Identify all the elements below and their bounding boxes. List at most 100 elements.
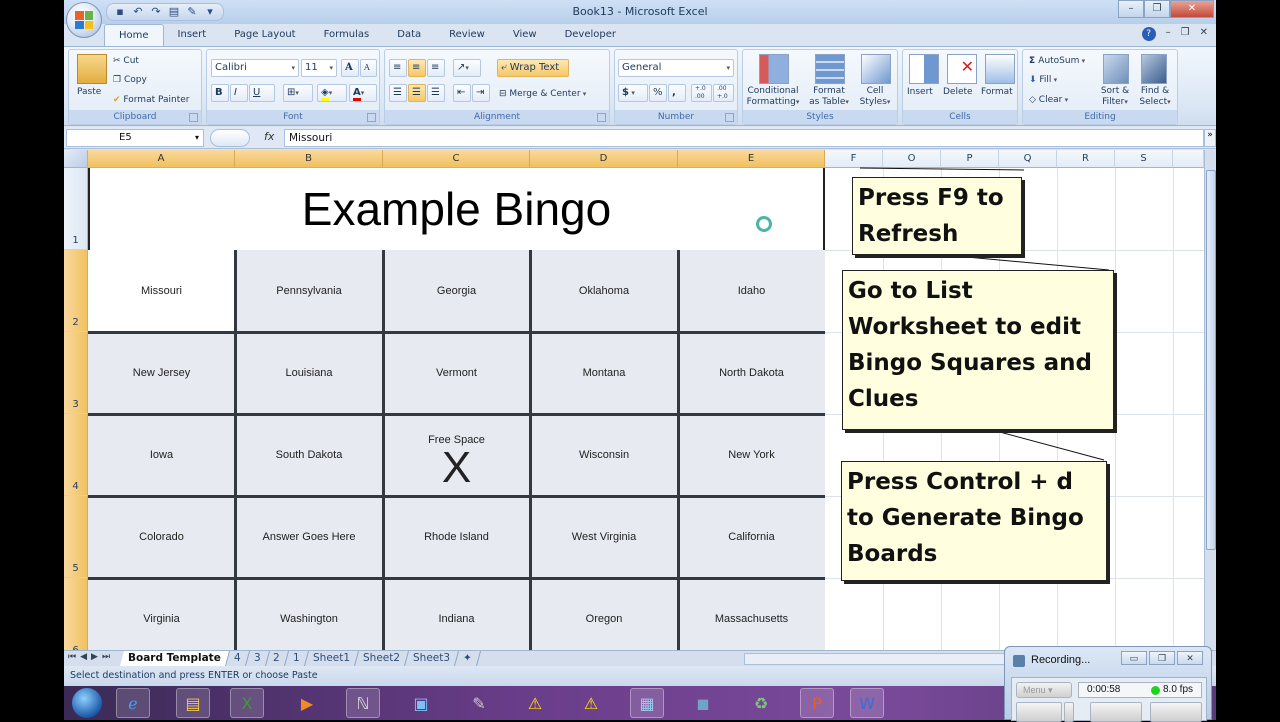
currency-button[interactable]: $ ▾ (618, 84, 648, 102)
clipboard-launcher-icon[interactable] (189, 113, 198, 122)
recording-pause-button[interactable] (1064, 702, 1074, 722)
paste-button[interactable]: Paste (77, 86, 101, 98)
sort-filter-icon[interactable] (1103, 54, 1129, 84)
tab-data[interactable]: Data (383, 24, 435, 46)
recording-extra-button[interactable] (1150, 702, 1202, 722)
increase-decimal-button[interactable]: +.0 .00 (691, 84, 712, 102)
column-header-o[interactable]: O (883, 150, 941, 168)
alignment-launcher-icon[interactable] (597, 113, 606, 122)
cell-styles-icon[interactable] (861, 54, 891, 84)
format-as-table-icon[interactable] (815, 54, 845, 84)
bingo-cell[interactable]: Washington (235, 578, 383, 650)
insert-cells-icon[interactable] (909, 54, 939, 84)
sheet-tab-sheet2[interactable]: Sheet2 (354, 651, 409, 666)
taskbar-internet-explorer-icon[interactable]: ℯ (116, 688, 150, 718)
recording-close-button[interactable]: ✕ (1177, 651, 1203, 665)
column-header-a[interactable]: A (88, 150, 235, 168)
column-header-f[interactable]: F (825, 150, 883, 168)
font-color-button[interactable]: A▾ (349, 84, 377, 102)
bingo-cell[interactable]: North Dakota (678, 332, 825, 414)
find-select-button[interactable]: Find & Select▾ (1135, 86, 1175, 108)
vertical-scrollbar[interactable] (1204, 150, 1216, 650)
merge-center-button[interactable]: ⊟ Merge & Center ▾ (499, 88, 586, 100)
help-icon[interactable]: ? (1141, 27, 1156, 41)
tab-page-layout[interactable]: Page Layout (220, 24, 309, 46)
tab-review[interactable]: Review (435, 24, 499, 46)
bingo-cell[interactable]: Free Space X (383, 414, 530, 496)
font-size-select[interactable]: 11 ▾ (301, 59, 337, 77)
vertical-scroll-thumb[interactable] (1206, 170, 1216, 550)
cell-styles-button[interactable]: Cell Styles▾ (855, 86, 895, 108)
tab-formulas[interactable]: Formulas (310, 24, 384, 46)
bingo-cell[interactable]: Indiana (383, 578, 530, 650)
column-header-p[interactable]: P (941, 150, 999, 168)
restore-button[interactable]: ❐ (1144, 0, 1170, 18)
decrease-decimal-button[interactable]: .00 +.0 (713, 84, 734, 102)
conditional-formatting-icon[interactable] (759, 54, 789, 84)
orientation-button[interactable]: ↗▾ (453, 59, 481, 77)
copy-button[interactable]: ❐ Copy (113, 74, 147, 86)
recording-restore-button[interactable]: ❐ (1149, 651, 1175, 665)
bingo-cell[interactable]: Iowa (88, 414, 235, 496)
formula-input[interactable]: Missouri (284, 129, 1204, 147)
column-header-q[interactable]: Q (999, 150, 1057, 168)
format-as-table-button[interactable]: Format as Table▾ (803, 86, 855, 108)
column-header-e[interactable]: E (678, 150, 825, 168)
recording-minimize-button[interactable]: ▭ (1121, 651, 1147, 665)
bingo-cell[interactable]: Pennsylvania (235, 250, 383, 332)
taskbar-onenote-icon[interactable]: ℕ (346, 688, 380, 718)
sheet-tab-sheet1[interactable]: Sheet1 (304, 651, 359, 666)
row-header-2[interactable]: 2 (64, 250, 88, 332)
align-bottom-button[interactable]: ≡ (427, 59, 445, 77)
column-header-c[interactable]: C (383, 150, 530, 168)
spreadsheet-grid[interactable]: A B C D E F O P Q R S 1 2 3 4 5 6 Exampl… (64, 150, 1204, 650)
taskbar-paint-icon[interactable]: ✎ (462, 688, 496, 718)
insert-function-icon[interactable]: fx (264, 130, 274, 143)
taskbar-excel-icon[interactable]: X (230, 688, 264, 718)
fill-color-button[interactable]: ◈▾ (317, 84, 347, 102)
bold-button[interactable]: B (211, 84, 229, 102)
align-left-button[interactable]: ☰ (389, 84, 407, 102)
bingo-cell[interactable]: Answer Goes Here (235, 496, 383, 578)
tab-view[interactable]: View (499, 24, 551, 46)
bingo-cell[interactable]: Virginia (88, 578, 235, 650)
recording-record-button[interactable] (1016, 702, 1062, 722)
row-header-4[interactable]: 4 (64, 414, 88, 496)
bingo-cell[interactable]: South Dakota (235, 414, 383, 496)
bingo-cell[interactable]: Colorado (88, 496, 235, 578)
insert-sheet-tab[interactable]: ✦ (454, 651, 481, 666)
taskbar-network-tool-icon[interactable]: ▦ (630, 688, 664, 718)
italic-button[interactable]: I (230, 84, 248, 102)
align-top-button[interactable]: ≡ (389, 59, 407, 77)
bingo-cell[interactable]: Missouri (88, 250, 235, 332)
taskbar-warning-icon[interactable]: ⚠ (518, 688, 552, 718)
column-header-d[interactable]: D (530, 150, 678, 168)
bingo-title-cell[interactable]: Example Bingo (88, 168, 825, 250)
conditional-formatting-button[interactable]: Conditional Formatting▾ (745, 86, 801, 108)
underline-button[interactable]: U (249, 84, 275, 102)
minimize-button[interactable]: – (1118, 0, 1144, 18)
bingo-cell[interactable]: Louisiana (235, 332, 383, 414)
font-launcher-icon[interactable] (367, 113, 376, 122)
tab-home[interactable]: Home (104, 24, 164, 46)
find-select-icon[interactable] (1141, 54, 1167, 84)
bingo-cell[interactable]: Wisconsin (530, 414, 678, 496)
borders-button[interactable]: ⊞▾ (283, 84, 313, 102)
number-launcher-icon[interactable] (725, 113, 734, 122)
name-box[interactable]: E5 ▾ (66, 129, 204, 147)
bingo-cell[interactable]: Rhode Island (383, 496, 530, 578)
fill-button[interactable]: ⬇ Fill ▾ (1029, 74, 1057, 86)
expand-formula-bar-icon[interactable]: » (1204, 129, 1216, 147)
taskbar-dark-app-icon[interactable]: ◼ (686, 688, 720, 718)
bingo-cell[interactable]: California (678, 496, 825, 578)
start-orb-icon[interactable] (72, 688, 102, 718)
office-button[interactable] (66, 2, 102, 38)
taskbar-remote-desktop-icon[interactable]: ▣ (404, 688, 438, 718)
increase-indent-button[interactable]: ⇥ (472, 84, 490, 102)
sheet-nav-buttons[interactable]: ⏮◀▶⏭ (68, 652, 114, 662)
bingo-cell[interactable]: Idaho (678, 250, 825, 332)
tab-insert[interactable]: Insert (164, 24, 221, 46)
bingo-cell[interactable]: Oklahoma (530, 250, 678, 332)
column-header-b[interactable]: B (235, 150, 383, 168)
taskbar-recycle-tool-icon[interactable]: ♻ (744, 688, 778, 718)
